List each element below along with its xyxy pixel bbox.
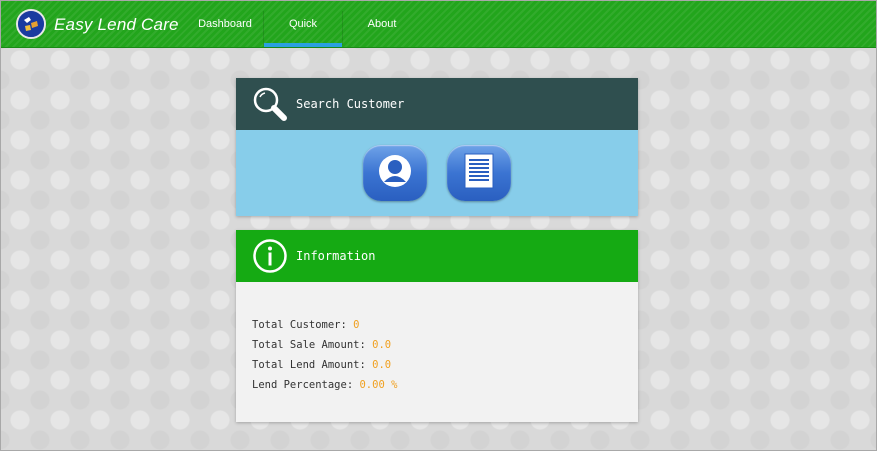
search-card-body: [236, 130, 638, 216]
nav-tab-label: About: [367, 18, 397, 30]
search-by-customer-button[interactable]: [363, 145, 427, 201]
top-navigation-bar: Easy Lend Care Dashboard Quick About: [1, 1, 876, 48]
nav-tab-quick[interactable]: Quick: [264, 1, 342, 47]
document-list-icon: [464, 153, 494, 194]
information-card: Information Total Customer: 0 Total Sale…: [236, 230, 638, 422]
stat-value: 0.0: [372, 359, 392, 371]
nav-tab-about[interactable]: About: [342, 1, 422, 47]
magnifier-icon: [250, 84, 290, 124]
stat-label: Total Lend Amount:: [252, 359, 366, 371]
info-card-header: Information: [236, 230, 638, 282]
stat-value: 0.00 %: [359, 379, 398, 391]
info-icon: [250, 236, 290, 276]
stat-value: 0.0: [372, 339, 392, 351]
stat-label: Lend Percentage:: [252, 379, 354, 391]
info-card-title: Information: [296, 249, 376, 263]
brand-title[interactable]: Easy Lend Care: [54, 15, 179, 35]
stat-total-lend-amount: Total Lend Amount: 0.0: [252, 355, 638, 375]
search-customer-card: Search Customer: [236, 78, 638, 216]
stat-total-customer: Total Customer: 0: [252, 315, 638, 335]
search-card-title: Search Customer: [296, 97, 405, 111]
nav-tab-dashboard[interactable]: Dashboard: [187, 1, 263, 47]
stat-total-sale-amount: Total Sale Amount: 0.0: [252, 335, 638, 355]
app-logo-icon[interactable]: [16, 9, 46, 39]
stat-value: 0: [353, 319, 360, 331]
nav-tab-label: Dashboard: [198, 18, 252, 30]
nav-tab-label: Quick: [288, 18, 318, 30]
customer-icon: [378, 154, 412, 193]
search-card-header: Search Customer: [236, 78, 638, 130]
active-tab-indicator: [264, 43, 342, 47]
stat-label: Total Sale Amount:: [252, 339, 366, 351]
stat-label: Total Customer:: [252, 319, 347, 331]
search-by-record-button[interactable]: [447, 145, 511, 201]
info-card-body: Total Customer: 0 Total Sale Amount: 0.0…: [236, 282, 638, 422]
stat-lend-percentage: Lend Percentage: 0.00 %: [252, 375, 638, 395]
